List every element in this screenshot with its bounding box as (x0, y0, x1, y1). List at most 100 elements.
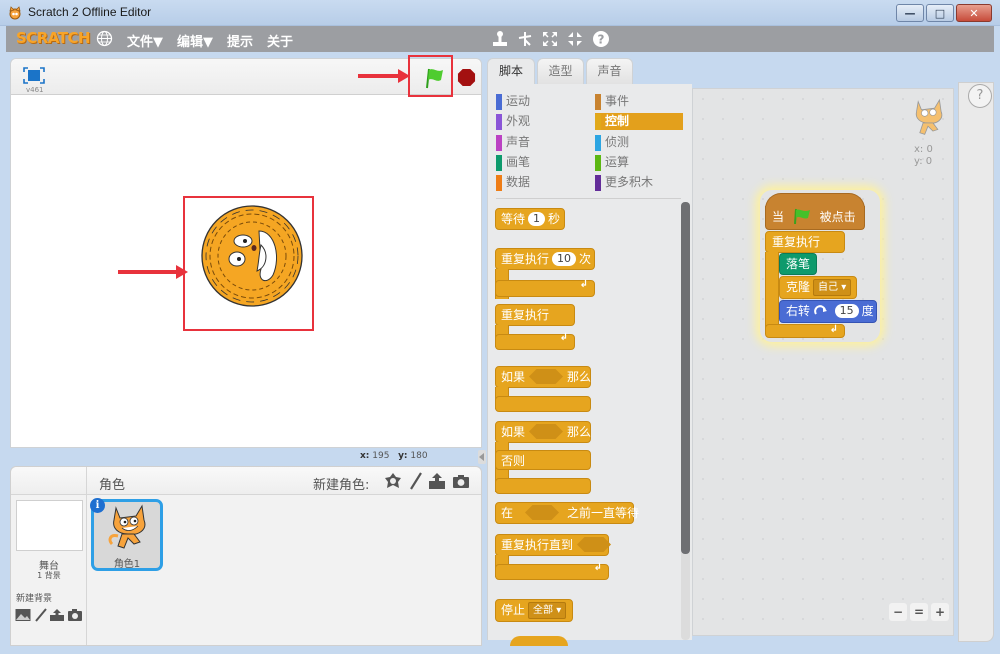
upload-sprite-icon[interactable] (428, 472, 446, 490)
language-globe-icon[interactable] (96, 30, 113, 47)
block-label: 等待 (501, 212, 526, 226)
script-forever-bottom: ↲ (765, 324, 845, 338)
minimize-button[interactable]: — (896, 4, 924, 22)
category-sound-swatch (496, 135, 502, 151)
camera-sprite-icon[interactable] (452, 472, 470, 490)
rotate-clockwise-icon (814, 305, 827, 315)
block-dropdown[interactable]: 自己 ▾ (813, 279, 852, 296)
category-motion[interactable]: 运动 (496, 93, 584, 110)
zoom-in-icon: + (934, 605, 946, 619)
help-tab-icon[interactable]: ? (968, 84, 992, 108)
script-pen-down[interactable]: 落笔 (779, 253, 817, 275)
block-label: 落笔 (786, 257, 811, 271)
block-if-else[interactable]: 如果 那么 (495, 421, 591, 443)
block-label: 次 (579, 252, 592, 266)
camera-backdrop-icon[interactable] (67, 608, 83, 622)
block-stop[interactable]: 停止 全部 ▾ (495, 599, 573, 622)
script-create-clone[interactable]: 克隆 自己 ▾ (779, 276, 857, 299)
grow-icon[interactable] (541, 30, 559, 48)
menu-file[interactable]: 文件▼ (127, 31, 163, 50)
category-sound[interactable]: 声音 (496, 134, 584, 151)
block-partial-hat[interactable] (510, 636, 568, 646)
block-forever[interactable]: 重复执行 (495, 304, 575, 326)
sprite-thumbnail-cat (108, 504, 146, 549)
scratch-logo[interactable]: SCRATCH (16, 29, 91, 47)
close-button[interactable]: ✕ (956, 4, 992, 22)
category-motion-swatch (496, 94, 502, 110)
block-boolean-slot[interactable] (529, 424, 564, 439)
annotation-arrow-sprite (118, 265, 188, 279)
script-when-flag-clicked[interactable]: 当 被点击 (765, 206, 865, 230)
category-data[interactable]: 数据 (496, 174, 584, 191)
block-label: 之前一直等待 (567, 506, 640, 520)
fullscreen-icon[interactable] (23, 67, 45, 84)
block-wait-seconds[interactable]: 等待 1 秒 (495, 208, 565, 230)
sprite-pane: 舞台 1 背景 新建背景 角色 新建角色: i 角色1 (10, 466, 482, 646)
backdrop-library-icon[interactable] (15, 608, 31, 622)
block-if-then[interactable]: 如果 那么 (495, 366, 591, 388)
category-label: 运算 (605, 155, 630, 169)
delete-scissors-icon[interactable] (516, 30, 534, 48)
zoom-in-button[interactable]: + (931, 603, 949, 621)
category-operators[interactable]: 运算 (595, 154, 683, 171)
paint-sprite-icon[interactable] (407, 472, 425, 490)
block-repeat-until[interactable]: 重复执行直到 (495, 534, 612, 556)
category-label: 外观 (506, 114, 531, 128)
block-dropdown[interactable]: 全部 ▾ (528, 602, 567, 619)
stop-button[interactable] (457, 68, 476, 87)
sprite-info-icon[interactable]: i (90, 498, 105, 513)
right-side-panel (958, 82, 994, 642)
category-label: 侦测 (605, 135, 630, 149)
category-looks[interactable]: 外观 (496, 113, 584, 130)
block-number-input[interactable]: 15 (834, 304, 859, 318)
script-forever[interactable]: 重复执行 (765, 231, 845, 253)
paint-backdrop-icon[interactable] (33, 608, 49, 622)
block-label: 被点击 (819, 210, 856, 224)
loop-arrow-icon: ↲ (593, 562, 602, 573)
category-label: 画笔 (506, 155, 531, 169)
script-turn-right[interactable]: 右转 15 度 (779, 300, 877, 323)
category-more-blocks[interactable]: 更多积木 (595, 174, 683, 191)
menu-edit[interactable]: 编辑▼ (177, 31, 213, 50)
block-label: 右转 (786, 304, 811, 318)
backdrop-count: 1 背景 (37, 571, 61, 580)
block-number-input[interactable]: 1 (528, 212, 546, 226)
category-data-swatch (496, 175, 502, 191)
category-sensing-swatch (595, 135, 601, 151)
block-label: 停止 (501, 603, 526, 617)
menu-about[interactable]: 关于 (267, 31, 293, 50)
upload-backdrop-icon[interactable] (49, 608, 65, 622)
zoom-reset-button[interactable]: = (910, 603, 928, 621)
category-pen[interactable]: 画笔 (496, 154, 584, 171)
block-boolean-slot[interactable] (525, 505, 560, 520)
tab-costumes[interactable]: 造型 (537, 58, 584, 84)
block-wait-until[interactable]: 在 之前一直等待 (495, 502, 639, 524)
tab-scripts[interactable]: 脚本 (487, 58, 535, 85)
category-sensing[interactable]: 侦测 (595, 134, 683, 151)
category-control[interactable]: 控制 (595, 113, 683, 130)
block-repeat-times[interactable]: 重复执行 10 次 (495, 248, 595, 270)
block-boolean-slot[interactable] (529, 369, 564, 384)
block-boolean-slot[interactable] (577, 537, 612, 552)
duplicate-stamp-icon[interactable] (491, 30, 509, 48)
sprite-tile[interactable]: i 角色1 (90, 498, 163, 571)
block-number-input[interactable]: 10 (552, 252, 577, 266)
collapse-stage-button[interactable] (478, 450, 486, 464)
help-icon[interactable]: ? (592, 30, 610, 48)
palette-scrollbar-thumb[interactable] (681, 202, 690, 554)
category-events[interactable]: 事件 (595, 93, 683, 110)
maximize-button[interactable]: □ (926, 4, 954, 22)
annotation-arrow-flag (358, 69, 410, 83)
zoom-out-button[interactable]: − (889, 603, 907, 621)
category-more-blocks-swatch (595, 175, 601, 191)
stage-thumbnail[interactable] (16, 500, 83, 551)
script-area[interactable] (692, 88, 954, 636)
category-label: 控制 (605, 114, 630, 128)
menu-tips[interactable]: 提示 (227, 31, 253, 50)
tab-sounds[interactable]: 声音 (586, 58, 633, 84)
shrink-icon[interactable] (566, 30, 584, 48)
block-forever-bottom: ↲ (495, 332, 575, 350)
sprite-x-readout: x: 0 (914, 144, 933, 155)
window-titlebar: Scratch 2 Offline Editor — □ ✕ (0, 0, 1000, 26)
sprite-library-icon[interactable] (384, 472, 402, 490)
